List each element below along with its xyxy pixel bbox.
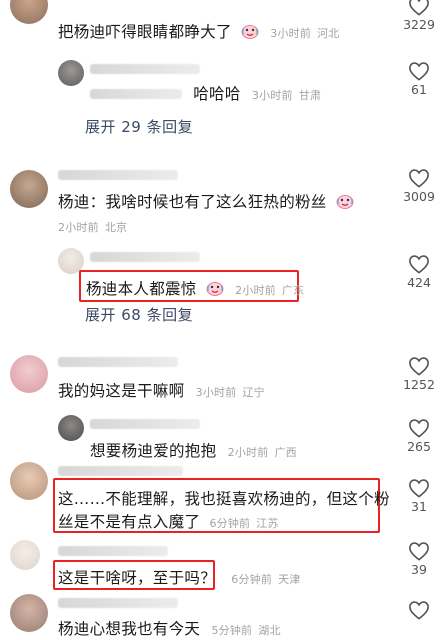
- avatar[interactable]: [10, 0, 48, 24]
- comment-7: 想要杨迪爱的抱抱 2小时前 广西: [90, 439, 303, 461]
- heart-outline-icon: [409, 479, 429, 498]
- like-count: 424: [407, 275, 431, 290]
- expand-replies-button[interactable]: 展开 29 条回复: [85, 116, 193, 137]
- avatar[interactable]: [10, 462, 48, 500]
- username: [90, 64, 200, 74]
- comment-location: 河北: [317, 27, 340, 40]
- comment-0: 把杨迪吓得眼睛都睁大了 3小时前 河北: [58, 20, 346, 42]
- avatar[interactable]: [10, 170, 48, 208]
- comment-text: 丝是不是有点入魔了: [58, 513, 201, 531]
- comment-location: 广东: [281, 284, 305, 297]
- comment-1: 哈哈哈 3小时前 甘肃: [90, 82, 327, 104]
- like-button[interactable]: 3009: [389, 168, 443, 204]
- comment-location: 天津: [278, 573, 301, 586]
- username: [58, 598, 178, 608]
- avatar[interactable]: [10, 355, 48, 393]
- heart-outline-icon: [409, 0, 429, 16]
- comment-time: 2小时前: [227, 446, 269, 459]
- heart-outline-icon: [409, 357, 429, 376]
- comment-9: 这是干啥呀，至于吗？ 6分钟前 天津: [58, 566, 306, 588]
- comment-meta: 2小时前 北京: [58, 219, 133, 235]
- comment-time: 3小时前: [195, 386, 237, 399]
- heart-outline-icon: [409, 601, 429, 620]
- crying-laughing-emoji-icon: [206, 280, 224, 296]
- comment-3: 杨迪：我啥时候也有了这么狂热的粉丝: [58, 190, 360, 212]
- like-button[interactable]: 1252: [389, 356, 443, 392]
- comment-text: 这是干啥呀，至于吗？: [58, 569, 217, 587]
- comment-time: 6分钟前: [209, 517, 251, 530]
- heart-outline-icon: [409, 62, 429, 81]
- comment-time: 2小时前: [235, 284, 276, 297]
- comment-time: 6分钟前: [231, 573, 273, 586]
- comment-text: 杨迪心想我也有今天: [58, 620, 201, 638]
- like-button[interactable]: 265: [389, 418, 443, 454]
- like-count: 265: [407, 439, 431, 454]
- like-button[interactable]: 61: [389, 61, 443, 97]
- crying-laughing-emoji-icon: [336, 193, 354, 209]
- comment-8-line2: 丝是不是有点入魔了 6分钟前 江苏: [58, 510, 285, 532]
- comment-time: 2小时前: [58, 221, 99, 234]
- avatar[interactable]: [58, 60, 84, 86]
- heart-outline-icon: [409, 255, 429, 274]
- username: [58, 546, 168, 556]
- heart-outline-icon: [409, 419, 429, 438]
- like-count: 39: [411, 562, 427, 577]
- comment-text: 杨迪本人都震惊: [86, 280, 197, 298]
- avatar[interactable]: [10, 594, 48, 632]
- comment-time: 5分钟前: [211, 624, 253, 637]
- expand-replies-button[interactable]: 展开 68 条回复: [85, 304, 193, 325]
- heart-outline-icon: [409, 542, 429, 561]
- comment-location: 北京: [104, 221, 128, 234]
- comment-location: 甘肃: [298, 89, 322, 102]
- comment-text: 杨迪：我啥时候也有了这么狂热的粉丝: [58, 193, 327, 211]
- like-button[interactable]: [389, 600, 443, 620]
- like-count: 31: [411, 499, 427, 514]
- comment-location: 广西: [274, 446, 297, 459]
- avatar[interactable]: [58, 415, 84, 441]
- comment-text: 把杨迪吓得眼睛都睁大了: [58, 23, 232, 41]
- like-count: 61: [411, 82, 427, 97]
- username: [58, 357, 178, 367]
- username: [58, 466, 183, 476]
- like-count: 3229: [403, 17, 435, 32]
- username: [58, 170, 178, 180]
- comment-location: 辽宁: [242, 386, 265, 399]
- comment-4: 杨迪本人都震惊 2小时前 广东: [86, 277, 310, 299]
- avatar[interactable]: [10, 540, 40, 570]
- like-count: 1252: [403, 377, 435, 392]
- like-count: 3009: [403, 189, 435, 204]
- comment-text: 想要杨迪爱的抱抱: [90, 442, 217, 460]
- comment-text: 哈哈哈: [193, 85, 241, 103]
- comment-text: 我的妈这是干嘛啊: [58, 382, 185, 400]
- comment-8-line1: 这……不能理解，我也挺喜欢杨迪的，但这个粉: [58, 490, 390, 508]
- heart-outline-icon: [409, 169, 429, 188]
- crying-laughing-emoji-icon: [241, 23, 259, 39]
- username: [90, 252, 200, 262]
- comment-time: 3小时前: [251, 89, 293, 102]
- comment-6: 我的妈这是干嘛啊 3小时前 辽宁: [58, 379, 271, 401]
- like-button[interactable]: 424: [389, 254, 443, 290]
- like-button[interactable]: 31: [389, 478, 443, 514]
- comment-location: 湖北: [258, 624, 281, 637]
- like-button[interactable]: 39: [389, 541, 443, 577]
- username: [90, 419, 200, 429]
- comment-time: 3小时前: [270, 27, 312, 40]
- comment-10: 杨迪心想我也有今天 5分钟前 湖北: [58, 617, 287, 639]
- like-button[interactable]: 3229: [389, 0, 443, 32]
- comment-location: 江苏: [256, 517, 279, 530]
